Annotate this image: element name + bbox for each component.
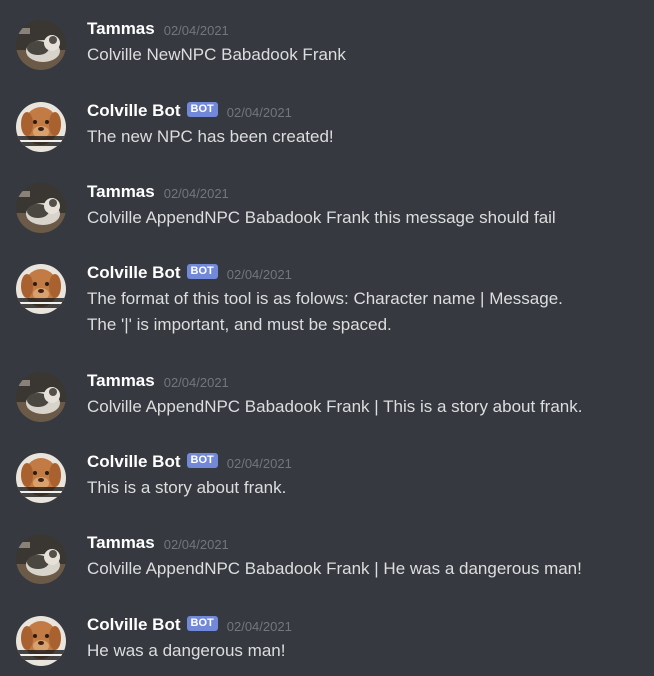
- timestamp: 02/04/2021: [163, 374, 229, 390]
- message-line: He was a dangerous man!: [87, 641, 286, 660]
- bot-badge: BOT: [186, 615, 218, 631]
- message-header: Tammas 02/04/2021: [87, 532, 229, 554]
- message-line: This is a story about frank.: [87, 478, 287, 497]
- message-line: The format of this tool is as folows: Ch…: [87, 289, 563, 308]
- bot-badge: BOT: [186, 452, 218, 468]
- timestamp: 02/04/2021: [226, 455, 292, 471]
- message-line: Colville AppendNPC Babadook Frank this m…: [87, 208, 556, 227]
- bot-badge: BOT: [186, 263, 218, 279]
- message-content: Colville AppendNPC Babadook Frank this m…: [87, 205, 647, 231]
- message-content: Colville AppendNPC Babadook Frank | This…: [87, 394, 647, 420]
- message-content: Colville AppendNPC Babadook Frank | He w…: [87, 556, 647, 582]
- message-header: Tammas 02/04/2021: [87, 18, 229, 40]
- username[interactable]: Tammas: [87, 371, 155, 391]
- username[interactable]: Colville Bot: [87, 263, 181, 283]
- bot-badge: BOT: [186, 101, 218, 117]
- message-line: Colville AppendNPC Babadook Frank | He w…: [87, 559, 582, 578]
- username[interactable]: Tammas: [87, 533, 155, 553]
- message-content: Colville NewNPC Babadook Frank: [87, 42, 647, 68]
- message-header: Tammas 02/04/2021: [87, 370, 229, 392]
- username[interactable]: Colville Bot: [87, 615, 181, 635]
- timestamp: 02/04/2021: [163, 536, 229, 552]
- dog-avatar-icon[interactable]: [16, 616, 66, 666]
- username[interactable]: Colville Bot: [87, 452, 181, 472]
- message-line: Colville NewNPC Babadook Frank: [87, 45, 346, 64]
- cat-avatar-icon[interactable]: [16, 372, 66, 422]
- message-content: The format of this tool is as folows: Ch…: [87, 286, 647, 338]
- message-content: This is a story about frank.: [87, 475, 647, 501]
- timestamp: 02/04/2021: [226, 618, 292, 634]
- timestamp: 02/04/2021: [163, 22, 229, 38]
- dog-avatar-icon[interactable]: [16, 102, 66, 152]
- message-header: Colville Bot BOT 02/04/2021: [87, 614, 292, 636]
- username[interactable]: Colville Bot: [87, 101, 181, 121]
- message-content: The new NPC has been created!: [87, 124, 647, 150]
- dog-avatar-icon[interactable]: [16, 264, 66, 314]
- message-header: Tammas 02/04/2021: [87, 181, 229, 203]
- message-header: Colville Bot BOT 02/04/2021: [87, 451, 292, 473]
- cat-avatar-icon[interactable]: [16, 534, 66, 584]
- cat-avatar-icon[interactable]: [16, 20, 66, 70]
- timestamp: 02/04/2021: [163, 185, 229, 201]
- message-header: Colville Bot BOT 02/04/2021: [87, 100, 292, 122]
- message-line: The '|' is important, and must be spaced…: [87, 315, 392, 334]
- message-content: He was a dangerous man!: [87, 638, 647, 664]
- dog-avatar-icon[interactable]: [16, 453, 66, 503]
- message-header: Colville Bot BOT 02/04/2021: [87, 262, 292, 284]
- username[interactable]: Tammas: [87, 182, 155, 202]
- message-line: Colville AppendNPC Babadook Frank | This…: [87, 397, 583, 416]
- chat-messages: Tammas 02/04/2021 Colville NewNPC Babado…: [0, 0, 654, 676]
- cat-avatar-icon[interactable]: [16, 183, 66, 233]
- username[interactable]: Tammas: [87, 19, 155, 39]
- message-line: The new NPC has been created!: [87, 127, 334, 146]
- timestamp: 02/04/2021: [226, 266, 292, 282]
- timestamp: 02/04/2021: [226, 104, 292, 120]
